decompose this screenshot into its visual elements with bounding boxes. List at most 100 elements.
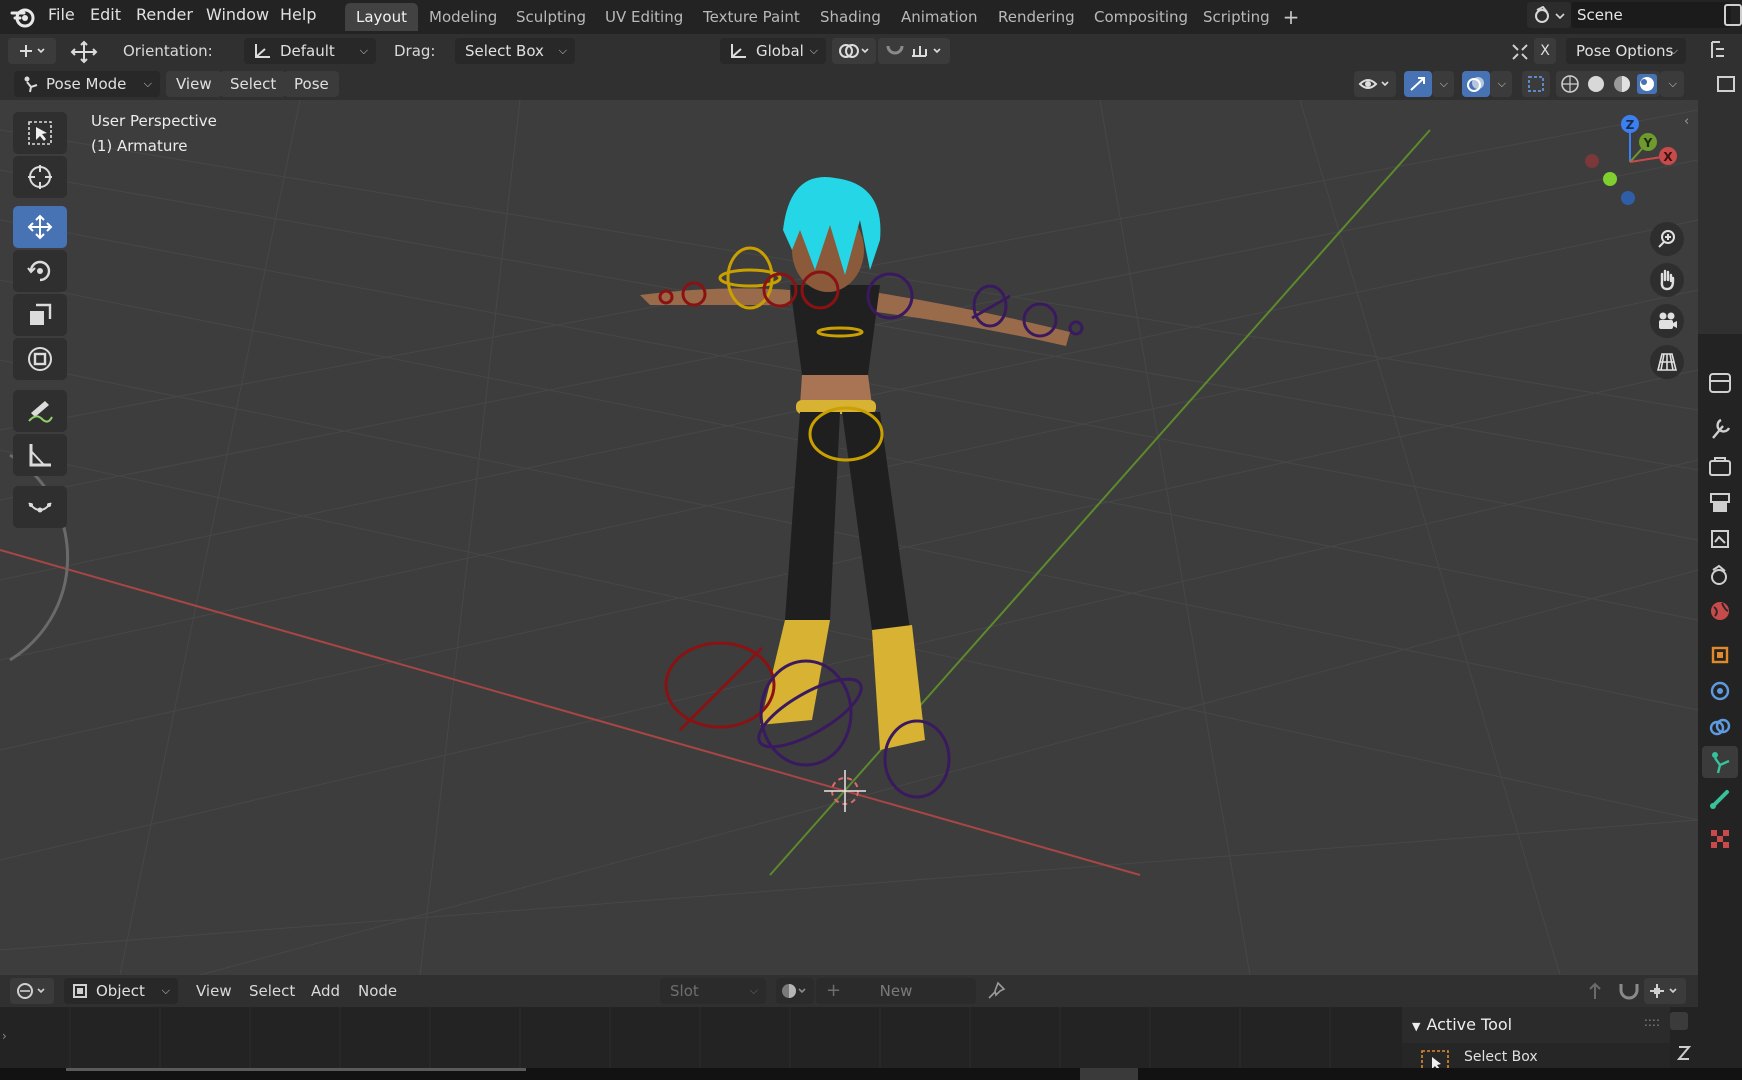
view-layer-icon[interactable] [1724,4,1742,26]
character-model[interactable] [640,177,1070,750]
active-tool-title[interactable]: ▼ Active Tool [1412,1011,1512,1039]
snap-magnet-icon[interactable] [1618,981,1640,1001]
physics-tab-icon[interactable] [1707,678,1733,704]
outliner-icon[interactable] [1710,40,1734,62]
drag-handle-icon[interactable]: :::: [1644,1015,1660,1029]
viewport-canvas[interactable] [0,100,1698,975]
scene-tab-icon[interactable] [1707,562,1733,588]
tab-scripting[interactable]: Scripting [1192,3,1281,31]
material-browse-button[interactable] [776,978,814,1004]
editor-type-dropdown[interactable] [10,978,54,1004]
menu-render[interactable]: Render [128,0,201,30]
tab-uv-editing[interactable]: UV Editing [594,3,694,31]
bottom-menu-add[interactable]: Add [311,978,340,1004]
transform-orientation-dropdown[interactable]: Global ⌵ [720,38,826,64]
tab-sculpting[interactable]: Sculpting [505,3,597,31]
constraints-tab-icon[interactable] [1707,714,1733,740]
filter-icon[interactable] [1716,74,1738,94]
menu-file[interactable]: File [40,0,83,30]
add-workspace-button[interactable]: + [1278,3,1304,31]
overlays-toggle[interactable] [1462,71,1490,97]
zoom-button[interactable] [1650,222,1684,256]
bottom-menu-view[interactable]: View [196,978,232,1004]
texture-tab-icon[interactable] [1707,826,1733,852]
gizmo-neg-y[interactable] [1603,172,1617,186]
menu-view[interactable]: View [166,71,222,97]
tab-texture-paint[interactable]: Texture Paint [692,3,811,31]
shading-dropdown[interactable]: ⌵ [1660,71,1684,97]
toolbar-expand-arrow[interactable]: › [2,1029,7,1043]
pivot-point-dropdown[interactable] [832,38,876,64]
annotate-tool[interactable] [13,390,67,432]
menu-select[interactable]: Select [220,71,287,97]
visibility-dropdown[interactable] [1354,71,1396,97]
gizmo-dropdown[interactable]: ⌵ [1432,71,1454,97]
tab-shading[interactable]: Shading [809,3,892,31]
bone-tab-icon[interactable] [1707,786,1733,812]
snapping-controls[interactable] [878,38,950,64]
transform-tool[interactable] [13,338,67,380]
object-tab-icon[interactable] [1707,642,1733,668]
transform-mode-dropdown[interactable] [8,38,56,64]
x-mirror-icon[interactable] [1510,42,1530,62]
perspective-toggle-button[interactable] [1650,345,1684,379]
view-layer-tab-icon[interactable] [1707,526,1733,552]
shader-type-dropdown[interactable]: Object ⌵ [64,978,178,1004]
sidebar-toggle-arrow[interactable]: ‹ [1684,114,1689,129]
pan-button[interactable] [1650,263,1684,297]
x-mirror-toggle[interactable]: X [1534,38,1556,64]
menu-edit[interactable]: Edit [82,0,129,30]
tab-animation[interactable]: Animation [890,3,988,31]
properties-editor-icon[interactable] [1707,370,1733,396]
menu-window[interactable]: Window [198,0,277,30]
drag-dropdown[interactable]: Select Box ⌵ [455,38,575,64]
panel-side-button[interactable] [1670,1012,1688,1030]
cursor-tool[interactable] [13,156,67,198]
parent-node-icon[interactable] [1586,981,1604,1001]
output-tab-icon[interactable] [1707,490,1733,516]
tab-layout[interactable]: Layout [345,3,418,31]
pose-options-label: Pose Options [1576,42,1674,60]
pin-icon[interactable] [986,981,1006,1001]
orientation-dropdown[interactable]: Default ⌵ [244,38,376,64]
shading-mode-group[interactable] [1556,71,1660,97]
mode-dropdown[interactable]: Pose Mode ⌵ [14,71,160,97]
tab-rendering[interactable]: Rendering [987,3,1086,31]
gizmo-toggle[interactable] [1404,71,1432,97]
scrollbar-thumb[interactable] [66,1068,526,1071]
move-tool[interactable] [13,206,67,248]
relax-pose-tool[interactable] [13,486,67,528]
tool-tab-icon[interactable] [1707,416,1733,442]
world-tab-icon[interactable] [1707,598,1733,624]
chevron-down-icon: ⌵ [749,984,758,997]
render-tab-icon[interactable] [1707,454,1733,480]
3d-viewport[interactable]: User Perspective (1) Armature Z Y X ‹ [0,100,1698,975]
measure-tool[interactable] [13,434,67,476]
overlays-dropdown[interactable]: ⌵ [1490,71,1512,97]
scene-selector-button[interactable] [1527,2,1571,28]
slot-dropdown[interactable]: Slot ⌵ [660,978,766,1004]
bottom-menu-node[interactable]: Node [358,978,397,1004]
scene-name-field[interactable]: Scene [1571,2,1731,28]
new-material-button[interactable]: + New [816,978,976,1004]
gizmo-neg-x[interactable] [1585,154,1599,168]
pose-options-dropdown[interactable]: Pose Options ⌵ [1566,38,1686,64]
xray-toggle[interactable] [1522,71,1550,97]
tab-modeling[interactable]: Modeling [418,3,508,31]
taskbar-active-item[interactable] [1080,1068,1138,1080]
bottom-menu-select[interactable]: Select [249,978,295,1004]
select-box-tool[interactable] [13,112,67,154]
camera-view-button[interactable] [1650,304,1684,338]
armature-data-tab-icon[interactable] [1707,749,1733,775]
tab-compositing[interactable]: Compositing [1083,3,1199,31]
gizmo-neg-z[interactable] [1621,191,1635,205]
scale-tool[interactable] [13,294,67,336]
rotate-tool[interactable] [13,250,67,292]
blender-logo-icon[interactable] [10,4,36,30]
snap-mode-dropdown[interactable] [1644,978,1686,1004]
menu-pose[interactable]: Pose [284,71,339,97]
node-tool-icon[interactable] [1676,1043,1692,1063]
navigation-gizmo[interactable]: Z Y X [1578,110,1688,220]
move-tool-icon [70,40,98,64]
menu-help[interactable]: Help [272,0,324,30]
